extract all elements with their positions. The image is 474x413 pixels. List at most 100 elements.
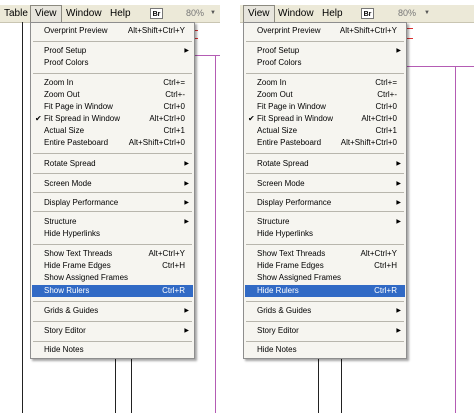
menu-item-rotate-spread[interactable]: Rotate Spread ▶ [245,158,405,170]
menu-window[interactable]: Window [274,5,318,22]
menu-help[interactable]: Help [318,5,347,22]
column-guide-line [131,359,132,413]
menu-item-structure[interactable]: Structure ▶ [32,216,193,228]
bridge-icon[interactable]: Br [361,8,374,19]
submenu-arrow-icon: ▶ [396,200,401,206]
menu-separator [33,301,192,302]
menu-item-zoom-in[interactable]: Zoom In Ctrl+= [245,77,405,89]
menu-item-fit-page[interactable]: Fit Page in Window Ctrl+0 [32,101,193,113]
menu-separator [33,153,192,154]
menu-separator [246,73,404,74]
menu-item-entire-pasteboard[interactable]: Entire Pasteboard Alt+Shift+Ctrl+0 [245,137,405,149]
menu-item-show-assigned-frames[interactable]: Show Assigned Frames [32,272,193,284]
menu-item-zoom-out[interactable]: Zoom Out Ctrl+- [32,89,193,101]
menu-item-hide-hyperlinks[interactable]: Hide Hyperlinks [32,228,193,240]
submenu-arrow-icon: ▶ [184,200,189,206]
menu-separator [246,173,404,174]
submenu-arrow-icon: ▶ [184,48,189,54]
menu-item-structure[interactable]: Structure ▶ [245,216,405,228]
submenu-arrow-icon: ▶ [184,219,189,225]
menu-window[interactable]: Window [62,5,106,22]
submenu-arrow-icon: ▶ [396,219,401,225]
menu-item-proof-setup[interactable]: Proof Setup ▶ [245,45,405,57]
menu-separator [33,244,192,245]
margin-guide [455,66,456,413]
menu-item-actual-size[interactable]: Actual Size Ctrl+1 [245,125,405,137]
menu-table[interactable]: Table [0,5,32,22]
zoom-level[interactable]: 80% [398,5,416,22]
menu-separator [246,41,404,42]
menu-item-fit-spread[interactable]: ✔ Fit Spread in Window Alt+Ctrl+0 [32,113,193,125]
menu-separator [33,192,192,193]
menu-separator [33,211,192,212]
menu-separator [246,192,404,193]
menu-item-display-performance[interactable]: Display Performance ▶ [32,197,193,209]
menu-item-hide-notes[interactable]: Hide Notes [32,344,193,356]
menu-item-rotate-spread[interactable]: Rotate Spread ▶ [32,158,193,170]
menu-item-hide-hyperlinks[interactable]: Hide Hyperlinks [245,228,405,240]
column-guide-line [115,359,116,413]
menu-separator [246,301,404,302]
submenu-arrow-icon: ▶ [184,181,189,187]
submenu-arrow-icon: ▶ [184,308,189,314]
menu-view[interactable]: View [243,5,275,23]
margin-guide [407,66,474,67]
menu-separator [33,41,192,42]
menu-view[interactable]: View [30,5,62,23]
menu-separator [246,153,404,154]
menu-item-entire-pasteboard[interactable]: Entire Pasteboard Alt+Shift+Ctrl+0 [32,137,193,149]
menu-item-grids-guides[interactable]: Grids & Guides ▶ [32,305,193,317]
menu-separator [33,173,192,174]
menu-help[interactable]: Help [106,5,135,22]
menu-item-hide-rulers[interactable]: Hide Rulers Ctrl+R [245,285,405,297]
view-menu-right: Overprint Preview Alt+Shift+Ctrl+Y Proof … [243,22,407,359]
margin-guide [215,55,216,413]
menu-item-overprint-preview[interactable]: Overprint Preview Alt+Shift+Ctrl+Y [245,25,405,37]
view-menu-left: Overprint Preview Alt+Shift+Ctrl+Y Proof … [30,22,195,359]
menu-separator [33,341,192,342]
menu-item-proof-colors[interactable]: Proof Colors [245,57,405,69]
menu-item-fit-page[interactable]: Fit Page in Window Ctrl+0 [245,101,405,113]
frame-marker [407,38,413,39]
menu-item-grids-guides[interactable]: Grids & Guides ▶ [245,305,405,317]
menu-separator [246,321,404,322]
menu-item-show-text-threads[interactable]: Show Text Threads Alt+Ctrl+Y [32,248,193,260]
menu-item-hide-notes[interactable]: Hide Notes [245,344,405,356]
submenu-arrow-icon: ▶ [396,308,401,314]
page-edge-line [22,22,23,413]
menu-item-hide-frame-edges[interactable]: Hide Frame Edges Ctrl+H [245,260,405,272]
frame-marker [407,28,413,29]
menu-item-show-rulers[interactable]: Show Rulers Ctrl+R [32,285,193,297]
menu-item-actual-size[interactable]: Actual Size Ctrl+1 [32,125,193,137]
submenu-arrow-icon: ▶ [396,161,401,167]
bridge-icon[interactable]: Br [150,8,163,19]
menu-item-screen-mode[interactable]: Screen Mode ▶ [32,178,193,190]
dropdown-arrow-icon[interactable]: ▼ [210,10,216,16]
checkmark-icon: ✔ [35,114,42,123]
menu-item-story-editor[interactable]: Story Editor ▶ [245,325,405,337]
menu-item-overprint-preview[interactable]: Overprint Preview Alt+Shift+Ctrl+Y [32,25,193,37]
menu-item-show-text-threads[interactable]: Show Text Threads Alt+Ctrl+Y [245,248,405,260]
dropdown-arrow-icon[interactable]: ▼ [424,10,430,16]
submenu-arrow-icon: ▶ [184,161,189,167]
column-guide-line [318,359,319,413]
menu-item-screen-mode[interactable]: Screen Mode ▶ [245,178,405,190]
menu-item-display-performance[interactable]: Display Performance ▶ [245,197,405,209]
menu-item-zoom-in[interactable]: Zoom In Ctrl+= [32,77,193,89]
left-menubar: Table View Window Help Br 80% ▼ [0,5,220,23]
menu-item-show-assigned-frames[interactable]: Show Assigned Frames [245,272,405,284]
menu-separator [246,244,404,245]
menu-separator [33,73,192,74]
menu-item-zoom-out[interactable]: Zoom Out Ctrl+- [245,89,405,101]
menu-item-proof-colors[interactable]: Proof Colors [32,57,193,69]
zoom-level[interactable]: 80% [186,5,204,22]
menu-item-fit-spread[interactable]: ✔ Fit Spread in Window Alt+Ctrl+0 [245,113,405,125]
menu-separator [246,211,404,212]
menu-item-proof-setup[interactable]: Proof Setup ▶ [32,45,193,57]
submenu-arrow-icon: ▶ [184,328,189,334]
margin-guide [195,55,220,56]
submenu-arrow-icon: ▶ [396,328,401,334]
menu-item-hide-frame-edges[interactable]: Hide Frame Edges Ctrl+H [32,260,193,272]
menu-item-story-editor[interactable]: Story Editor ▶ [32,325,193,337]
submenu-arrow-icon: ▶ [396,181,401,187]
